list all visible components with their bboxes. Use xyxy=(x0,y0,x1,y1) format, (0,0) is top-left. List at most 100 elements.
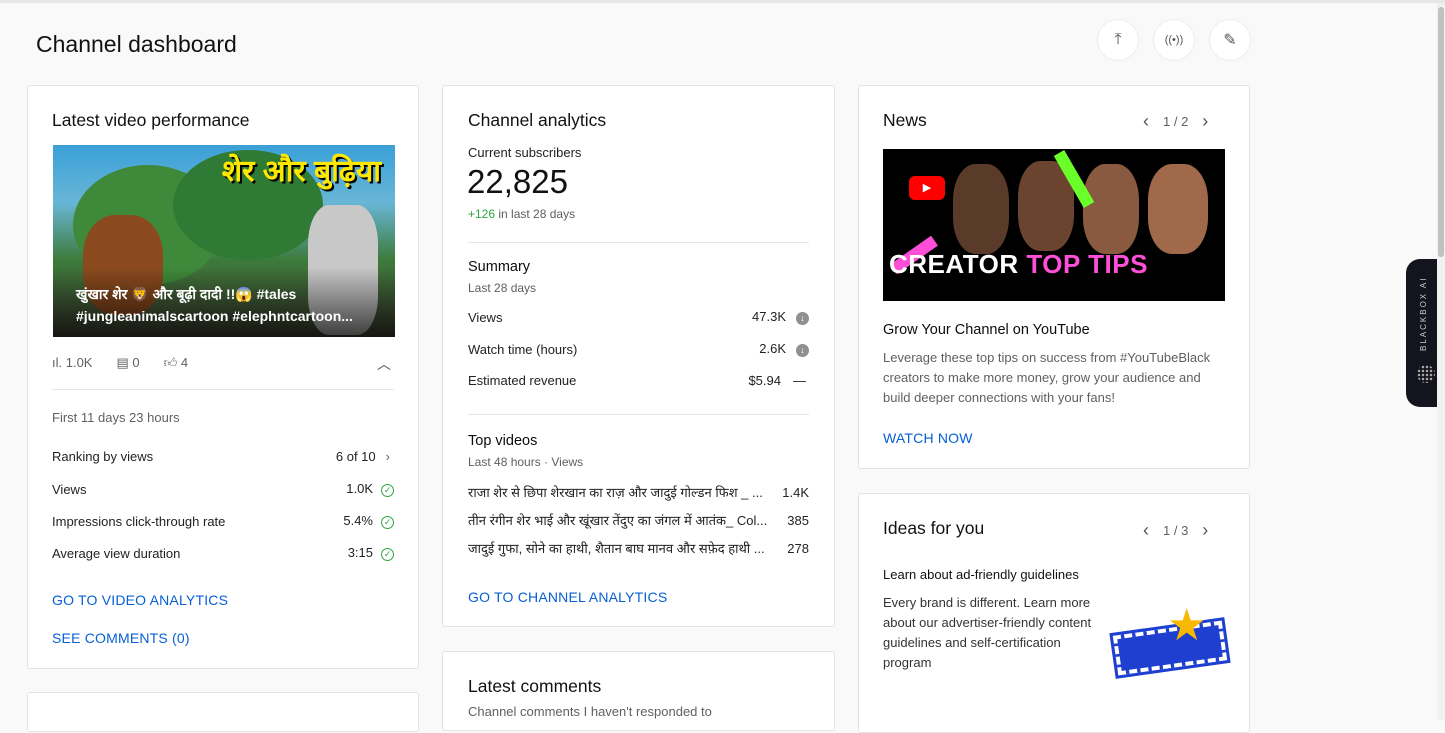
top-video-row[interactable]: राजा शेर से छिपा शेरखान का राज़ और जादुई… xyxy=(468,483,809,501)
chevron-right-icon[interactable]: › xyxy=(1202,520,1208,541)
likes-stat: 👍︎ 4 xyxy=(164,355,188,371)
video-title: खुंखार शेर 🦁 और बूढ़ी दादी !!😱 #tales #j… xyxy=(76,283,353,327)
metric-views: Views 1.0K ✓ xyxy=(52,481,394,497)
banner-text: TOP TIPS xyxy=(1026,249,1148,279)
metric-label: Ranking by views xyxy=(52,449,154,464)
card-heading: News xyxy=(883,110,927,130)
likes-count: 4 xyxy=(180,355,189,370)
scrollbar[interactable] xyxy=(1437,3,1445,720)
summary-row: Views 47.3K ↓ xyxy=(468,309,809,325)
chevron-left-icon[interactable]: ‹ xyxy=(1143,520,1149,541)
metric-avd: Average view duration 3:15 ✓ xyxy=(52,545,394,561)
card-heading: Channel analytics xyxy=(468,110,607,130)
video-thumbnail[interactable]: शेर और बुढ़िया खुंखार शेर 🦁 और बूढ़ी दाद… xyxy=(53,145,395,337)
banner-text: CREATOR xyxy=(889,249,1019,279)
film-star-illustration: ★ xyxy=(1107,601,1231,696)
down-arrow-icon: ↓ xyxy=(796,344,809,357)
metric-ctr: Impressions click-through rate 5.4% ✓ xyxy=(52,513,394,529)
page-indicator: 1 / 2 xyxy=(1163,114,1189,129)
news-pager: ‹ 1 / 2 › xyxy=(1143,111,1208,132)
news-title: Grow Your Channel on YouTube xyxy=(883,322,1090,338)
card-heading: Latest comments xyxy=(468,676,602,696)
upload-icon: ⤒ xyxy=(1114,31,1122,48)
top-video-views: 278 xyxy=(787,540,809,556)
published-videos-card xyxy=(27,692,419,732)
summary-title: Summary xyxy=(468,259,531,275)
metric-value: 6 of 10 xyxy=(335,449,376,464)
summary-value: $5.94 xyxy=(748,373,781,388)
latest-comments-card: Latest comments Channel comments I haven… xyxy=(442,651,835,731)
create-post-button[interactable]: ✎ xyxy=(1210,20,1250,60)
summary-period: Last 28 days xyxy=(468,281,537,295)
top-video-views: 1.4K xyxy=(782,484,809,500)
youtube-logo-icon: ▶ xyxy=(909,176,945,200)
thumbs-up-icon: 👍︎ xyxy=(163,355,181,370)
blackbox-label: BLACKBOX AI xyxy=(1419,276,1428,351)
page-title: Channel dashboard xyxy=(36,31,237,57)
metric-label: Average view duration xyxy=(52,545,181,561)
summary-label: Views xyxy=(468,309,503,325)
dash-icon: — xyxy=(793,373,806,388)
chevron-right-icon: › xyxy=(385,449,390,464)
views-stat: ıl. 1.0K xyxy=(52,355,92,371)
summary-value: 2.6K xyxy=(759,341,786,356)
go-live-button[interactable]: ((•)) xyxy=(1154,20,1194,60)
subscriber-count: 22,825 xyxy=(467,163,568,200)
summary-row: Estimated revenue $5.94 — xyxy=(468,373,806,388)
summary-label: Estimated revenue xyxy=(468,373,577,388)
card-heading: Latest video performance xyxy=(52,110,250,130)
thumbnail-title: शेर और बुढ़िया xyxy=(221,155,381,188)
upload-button[interactable]: ⤒ xyxy=(1098,20,1138,60)
see-comments-link[interactable]: SEE COMMENTS (0) xyxy=(52,630,190,646)
edit-icon: ✎ xyxy=(1223,32,1237,49)
collapse-icon[interactable]: ︿ xyxy=(377,354,391,374)
top-video-row[interactable]: तीन रंगीन शेर भाई और खूंखार तेंदुए का जं… xyxy=(468,511,809,529)
ideas-card: Ideas for you ‹ 1 / 3 › Learn about ad-fri… xyxy=(858,493,1250,733)
subscriber-change-period: in last 28 days xyxy=(498,207,576,221)
subscribers-label: Current subscribers xyxy=(468,145,582,160)
subscriber-change: +126 xyxy=(468,207,496,221)
top-videos-title: Top videos xyxy=(468,433,538,449)
chevron-right-icon[interactable]: › xyxy=(1202,111,1208,132)
check-circle-icon: ✓ xyxy=(381,548,394,561)
top-video-title: जादुई गुफा, सोने का हाथी, शैतान बाघ मानव… xyxy=(468,541,765,556)
live-icon: ((•)) xyxy=(1164,34,1184,46)
views-count: 1.0K xyxy=(65,355,93,370)
video-title-line: खुंखार शेर 🦁 और बूढ़ी दादी !!😱 #tales xyxy=(76,286,297,302)
card-heading: Ideas for you xyxy=(883,518,985,538)
news-banner[interactable]: ▶ CREATOR TOP TIPS xyxy=(883,149,1225,301)
metric-label: Views xyxy=(52,481,87,497)
idea-body: Every brand is different. Learn more abo… xyxy=(883,595,1092,670)
go-to-video-analytics-link[interactable]: GO TO VIDEO ANALYTICS xyxy=(52,592,228,608)
channel-analytics-card: Channel analytics Current subscribers 22… xyxy=(442,85,835,627)
summary-value: 47.3K xyxy=(752,309,786,324)
video-title-line: #jungleanimalscartoon #elephntcartoon... xyxy=(76,308,353,324)
check-circle-icon: ✓ xyxy=(381,484,394,497)
metric-value: 3:15 xyxy=(347,545,373,560)
comments-count: 0 xyxy=(132,355,140,370)
comments-stat: ▤ 0 xyxy=(116,355,139,371)
summary-row: Watch time (hours) 2.6K ↓ xyxy=(468,341,809,357)
bar-chart-icon: ıl. xyxy=(52,355,66,370)
top-video-row[interactable]: जादुई गुफा, सोने का हाथी, शैतान बाघ मानव… xyxy=(468,539,809,557)
metric-value: 1.0K xyxy=(346,481,373,496)
news-body: Leverage these top tips on success from … xyxy=(883,350,1211,405)
chevron-left-icon[interactable]: ‹ xyxy=(1143,111,1149,132)
metric-value: 5.4% xyxy=(343,513,373,528)
watch-now-link[interactable]: WATCH NOW xyxy=(883,430,973,446)
comment-icon: ▤ xyxy=(116,355,133,370)
ideas-pager: ‹ 1 / 3 › xyxy=(1143,520,1208,541)
page-indicator: 1 / 3 xyxy=(1163,523,1189,538)
metric-label: Impressions click-through rate xyxy=(52,513,226,529)
down-arrow-icon: ↓ xyxy=(796,312,809,325)
idea-title: Learn about ad-friendly guidelines xyxy=(883,567,1079,582)
top-video-title: राजा शेर से छिपा शेरखान का राज़ और जादुई… xyxy=(468,485,763,500)
top-video-title: तीन रंगीन शेर भाई और खूंखार तेंदुए का जं… xyxy=(468,513,768,528)
metric-ranking[interactable]: Ranking by views 6 of 10 › xyxy=(52,449,390,464)
check-circle-icon: ✓ xyxy=(381,516,394,529)
latest-video-card: Latest video performance शेर और बुढ़िया … xyxy=(27,85,419,669)
go-to-channel-analytics-link[interactable]: GO TO CHANNEL ANALYTICS xyxy=(468,589,667,605)
news-card: News ‹ 1 / 2 › ▶ CREATOR TOP TIPS Grow You… xyxy=(858,85,1250,469)
blackbox-logo-icon xyxy=(1417,365,1435,383)
period-label: First 11 days 23 hours xyxy=(52,410,180,425)
